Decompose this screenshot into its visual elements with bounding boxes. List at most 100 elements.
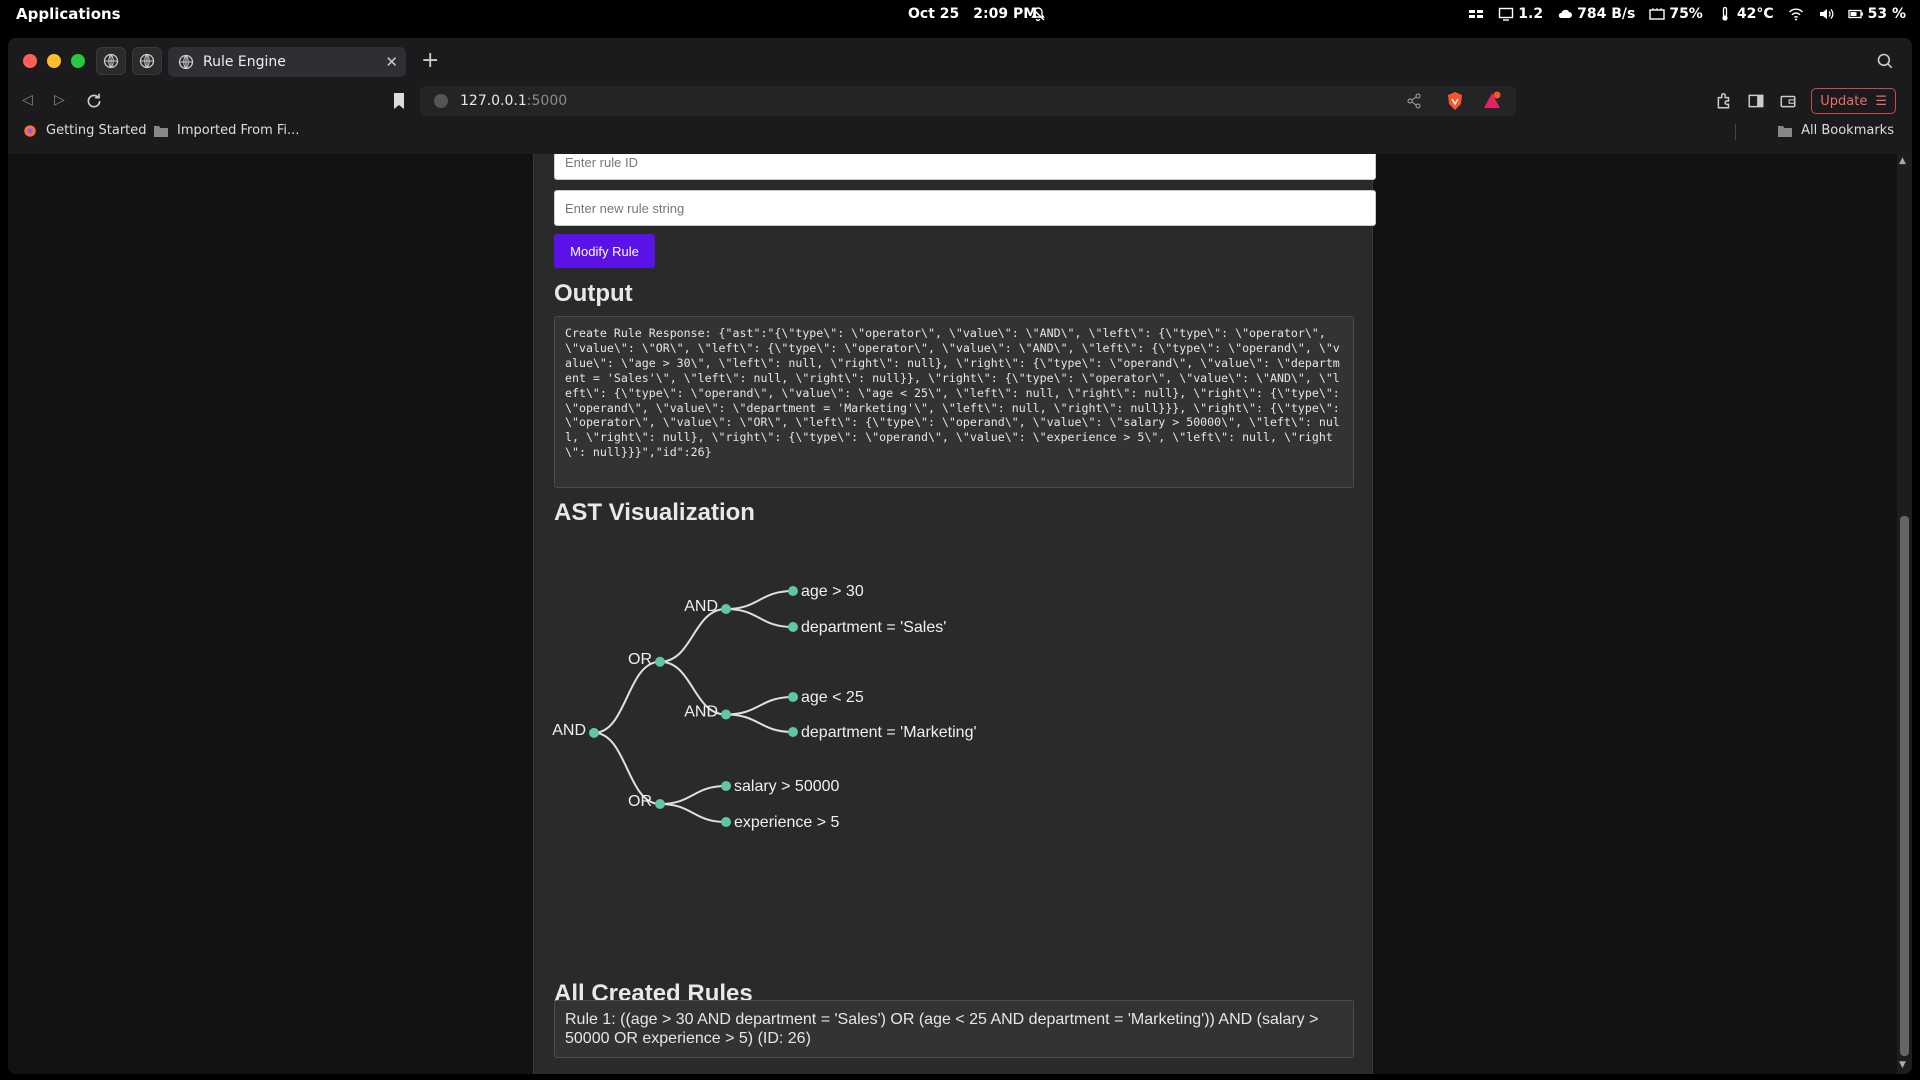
rule-item: Rule 1: ((age > 30 AND department = 'Sal…: [565, 1011, 1319, 1047]
wifi-icon[interactable]: [1788, 6, 1804, 22]
monitor-icon: [1499, 7, 1514, 21]
network-indicator[interactable]: 784 B/s: [1557, 6, 1635, 22]
new-tab-button[interactable]: +: [421, 48, 439, 73]
ast-node-dot: [721, 709, 731, 720]
all-bookmarks-label: All Bookmarks: [1801, 123, 1894, 138]
ast-node-label: age < 25: [801, 689, 864, 706]
tab-title: Rule Engine: [203, 54, 286, 70]
tab-close-icon[interactable]: ✕: [385, 53, 398, 71]
tab-strip: Rule Engine ✕ +: [8, 38, 1912, 84]
ast-link: [725, 590, 794, 610]
window-minimize-button[interactable]: [47, 54, 61, 68]
ast-operator-node: AND: [684, 704, 731, 721]
bookmark-label: Getting Started: [46, 123, 147, 138]
ast-link: [659, 608, 727, 663]
ast-link: [593, 660, 661, 734]
scroll-up-icon[interactable]: ▲: [1899, 156, 1906, 166]
notifications-off-icon[interactable]: [1030, 6, 1046, 22]
ast-operator-node: AND: [684, 598, 731, 615]
url-port: :5000: [526, 93, 568, 109]
wallet-icon[interactable]: [1779, 92, 1797, 110]
load-indicator[interactable]: 1.2: [1498, 6, 1543, 22]
bookmark-icon[interactable]: [392, 92, 406, 110]
window-close-button[interactable]: [23, 54, 37, 68]
rule-engine-panel: Enter rule ID Enter new rule string Modi…: [533, 154, 1376, 1074]
scroll-thumb[interactable]: [1900, 516, 1909, 1056]
ast-node-label: department = 'Marketing': [801, 724, 977, 741]
ast-operator-node: OR: [628, 793, 665, 810]
rule-string-input[interactable]: Enter new rule string: [554, 190, 1376, 226]
cpu-icon: [1649, 8, 1666, 20]
battery-icon: [1847, 9, 1863, 19]
page-scrollbar[interactable]: ▲ ▼: [1897, 154, 1912, 1074]
folder-icon: [1778, 125, 1793, 137]
rules-list: Rule 1: ((age > 30 AND department = 'Sal…: [554, 1000, 1354, 1058]
sidebar-icon[interactable]: [1747, 92, 1765, 110]
update-button[interactable]: Update ☰: [1811, 88, 1896, 114]
volume-icon[interactable]: [1818, 6, 1834, 22]
brave-rewards-icon[interactable]: [1482, 91, 1502, 111]
rule-id-input[interactable]: Enter rule ID: [554, 154, 1376, 180]
ast-operand-node: experience > 5: [721, 814, 840, 831]
brave-shield-icon[interactable]: [1446, 91, 1464, 111]
pinned-tab-1[interactable]: [96, 47, 126, 75]
ast-node-dot: [721, 781, 731, 791]
site-info-icon[interactable]: [434, 94, 448, 108]
folder-icon: [154, 125, 168, 137]
bookmarks-divider: [1735, 124, 1736, 140]
os-top-bar: Applications Oct 25 2:09 PM 1.2 784 B/s 7…: [0, 0, 1920, 30]
share-icon[interactable]: [1406, 93, 1422, 109]
update-label: Update: [1820, 93, 1868, 109]
ast-node-dot: [788, 586, 798, 596]
ast-node-dot: [788, 727, 798, 737]
ast-link: [659, 785, 727, 805]
tab-rule-engine[interactable]: Rule Engine ✕: [168, 47, 406, 77]
network-value: 784 B/s: [1577, 6, 1636, 22]
pinned-tab-2[interactable]: [132, 47, 162, 75]
globe-icon: [103, 53, 119, 69]
ast-node-dot: [589, 727, 599, 738]
clock-date: Oct 25: [908, 6, 960, 22]
scroll-down-icon[interactable]: ▼: [1899, 1060, 1906, 1070]
extensions-icon[interactable]: [1715, 92, 1733, 110]
back-icon[interactable]: ◁: [22, 92, 40, 110]
address-bar[interactable]: 127.0.0.1:5000: [420, 86, 1516, 116]
reload-icon[interactable]: [85, 92, 103, 110]
browser-toolbar: ◁ ▷ 127.0.0.1:5000 Update ☰: [8, 84, 1912, 118]
cloud-icon: [1558, 9, 1573, 18]
ast-node-dot: [788, 622, 798, 632]
search-icon[interactable]: [1876, 52, 1894, 70]
battery-indicator[interactable]: 53 %: [1847, 6, 1906, 22]
ast-operand-node: age > 30: [788, 583, 864, 600]
temperature-indicator[interactable]: 42°C: [1717, 6, 1774, 22]
ast-node-label: experience > 5: [734, 814, 840, 831]
window-maximize-button[interactable]: [71, 54, 85, 68]
ast-node-label: department = 'Sales': [801, 619, 946, 636]
ast-link: [659, 803, 727, 823]
ast-link: [725, 696, 794, 716]
bookmark-imported-folder[interactable]: Imported From Fi...: [153, 123, 299, 138]
all-bookmarks-folder[interactable]: All Bookmarks: [1777, 123, 1894, 138]
modify-rule-button[interactable]: Modify Rule: [554, 234, 655, 268]
ast-operand-node: salary > 50000: [721, 778, 840, 795]
output-response: Create Rule Response: {"ast":"{\"type\":…: [554, 316, 1354, 488]
ast-node-dot: [788, 692, 798, 702]
cpu-indicator[interactable]: 75%: [1649, 6, 1703, 22]
load-value: 1.2: [1518, 6, 1544, 22]
ast-operand-node: department = 'Sales': [788, 619, 946, 636]
ast-heading: AST Visualization: [554, 499, 755, 526]
ast-operand-node: age < 25: [788, 689, 864, 706]
ast-node-dot: [721, 817, 731, 827]
workspace-icon[interactable]: [1468, 6, 1484, 22]
url-host: 127.0.0.1: [460, 93, 527, 109]
forward-icon[interactable]: ▷: [54, 92, 72, 110]
bookmarks-bar: Getting Started Imported From Fi... All …: [8, 118, 1912, 146]
battery-value: 53 %: [1867, 6, 1906, 22]
ast-node-label: OR: [628, 651, 652, 668]
ast-node-label: salary > 50000: [734, 778, 840, 795]
ast-operator-node: AND: [552, 722, 599, 739]
applications-menu[interactable]: Applications: [16, 5, 121, 23]
ast-node-label: AND: [684, 598, 718, 615]
page-viewport: Enter rule ID Enter new rule string Modi…: [8, 154, 1912, 1074]
bookmark-getting-started[interactable]: Getting Started: [22, 123, 147, 138]
